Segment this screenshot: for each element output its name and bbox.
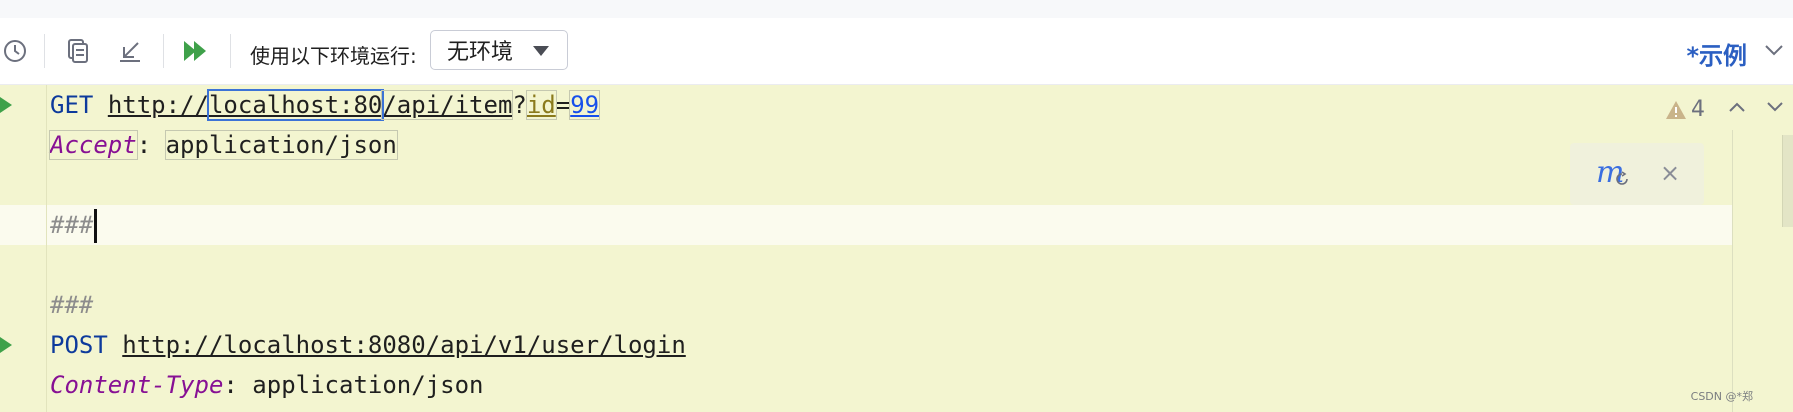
run-request-icon[interactable]: [0, 97, 12, 113]
header-colon: :: [136, 131, 166, 159]
chevron-up-icon[interactable]: [1727, 99, 1747, 118]
request-line-2: POST http://localhost:8080/api/v1/user/l…: [50, 325, 686, 365]
copy-icon[interactable]: [62, 36, 92, 66]
right-margin-guide: [1732, 130, 1733, 412]
environment-value: 无环境: [447, 40, 514, 65]
toolbar-separator: [163, 34, 164, 68]
http-client-toolbar: 使用以下环境运行: 无环境 *示例: [0, 18, 1793, 85]
request-separator: ###: [50, 291, 94, 319]
http-method: POST: [50, 331, 108, 359]
warning-count: 4: [1691, 97, 1705, 122]
current-line-highlight: [0, 205, 1733, 245]
chevron-down-icon[interactable]: [1765, 99, 1785, 118]
query-param-value: 99: [569, 90, 601, 120]
history-icon[interactable]: [0, 36, 30, 66]
examples-button[interactable]: *示例: [1686, 36, 1747, 71]
query-param-name: id: [525, 90, 557, 120]
watermark: CSDN @*郑: [1690, 390, 1753, 403]
query-param-equals: =: [555, 91, 571, 119]
header-colon: :: [223, 371, 253, 399]
text-caret: [94, 209, 98, 243]
run-all-icon[interactable]: [181, 36, 211, 66]
scrollbar[interactable]: [1782, 135, 1793, 227]
url-query-separator: ?: [512, 91, 527, 119]
request-url: http://localhost:8080/api/v1/user/login: [122, 331, 686, 359]
refresh-icon: [1616, 171, 1628, 185]
collapse-icon[interactable]: [115, 36, 145, 66]
header-name: Accept: [49, 130, 138, 160]
header-value: application/json: [252, 371, 484, 399]
inspection-widget[interactable]: 4: [1665, 97, 1705, 122]
separator-line-2: ###: [50, 285, 93, 325]
url-host: localhost:80: [206, 89, 385, 121]
http-method: GET: [50, 91, 94, 119]
close-icon[interactable]: ×: [1660, 159, 1680, 187]
gutter-border: [46, 85, 47, 412]
url-scheme: http://: [107, 91, 209, 119]
warning-icon: [1666, 100, 1686, 119]
separator-line-1: ###: [50, 205, 98, 245]
header-value: application/json: [164, 130, 398, 160]
maven-reload-popup: m ×: [1570, 143, 1704, 205]
chevron-down-icon: [533, 46, 549, 56]
header-name: Content-Type: [50, 371, 224, 399]
run-request-icon[interactable]: [0, 337, 12, 353]
environment-select[interactable]: 无环境: [430, 30, 568, 70]
header-line-2: Content-Type: application/json: [50, 365, 483, 405]
toolbar-separator: [44, 34, 45, 68]
request-line-1: GET http://localhost:80/api/item?id=99: [50, 85, 601, 125]
chevron-down-icon[interactable]: [1763, 42, 1785, 61]
environment-label: 使用以下环境运行:: [250, 44, 417, 68]
request-separator: ###: [50, 211, 94, 239]
http-request-editor[interactable]: GET http://localhost:80/api/item?id=99 A…: [0, 85, 1793, 412]
top-tab-strip: [0, 0, 1793, 19]
toolbar-separator: [230, 34, 231, 68]
url-path: /api/item: [381, 90, 514, 120]
header-line-1: Accept: application/json: [49, 125, 398, 165]
